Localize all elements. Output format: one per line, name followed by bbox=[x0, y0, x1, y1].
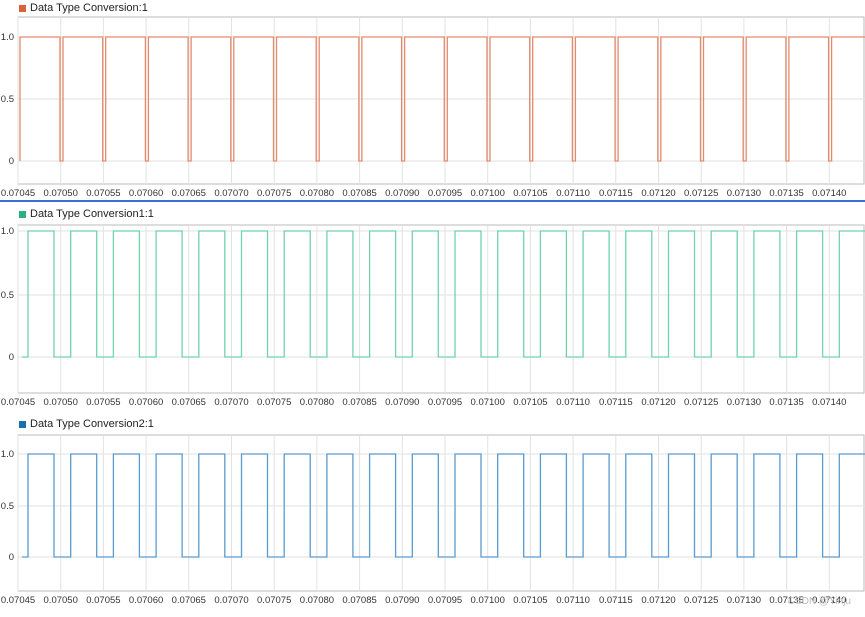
x-tick-label: 0.07105 bbox=[513, 397, 547, 408]
plot-panel-2: Data Type Conversion1:1 0.07045 0.07050 0.… bbox=[0, 206, 865, 412]
x-tick-label: 0.07045 bbox=[1, 397, 35, 408]
x-tick-label: 0.07065 bbox=[172, 188, 206, 199]
x-tick-label: 0.07130 bbox=[727, 595, 761, 606]
x-tick-label: 0.07075 bbox=[257, 595, 291, 606]
y-tick-label: 1.0 bbox=[1, 32, 14, 43]
x-tick-label: 0.07050 bbox=[44, 595, 78, 606]
x-tick-label: 0.07065 bbox=[172, 397, 206, 408]
x-tick-label: 0.07095 bbox=[428, 397, 462, 408]
x-tick-label: 0.07125 bbox=[684, 397, 718, 408]
x-tick-label: 0.07135 bbox=[769, 397, 803, 408]
plot-area-3[interactable]: 0.07045 0.07050 0.07055 0.07060 0.07065 0.070… bbox=[0, 416, 865, 617]
x-tick-label: 0.07120 bbox=[641, 397, 675, 408]
x-tick-label: 0.07115 bbox=[599, 595, 633, 606]
x-tick-label: 0.07120 bbox=[641, 188, 675, 199]
x-tick-label: 0.07065 bbox=[172, 595, 206, 606]
x-tick-label: 0.07085 bbox=[342, 188, 376, 199]
x-tick-label: 0.07075 bbox=[257, 397, 291, 408]
x-tick-label: 0.07125 bbox=[684, 595, 718, 606]
x-tick-label: 0.07055 bbox=[86, 397, 120, 408]
y-tick-label: 0.5 bbox=[1, 501, 14, 512]
x-tick-label: 0.07090 bbox=[385, 397, 419, 408]
x-tick-label: 0.07140 bbox=[812, 188, 846, 199]
x-tick-label: 0.07085 bbox=[342, 595, 376, 606]
x-tick-label: 0.07110 bbox=[556, 188, 590, 199]
x-tick-label: 0.07095 bbox=[428, 188, 462, 199]
x-tick-label: 0.07060 bbox=[129, 595, 163, 606]
x-tick-label: 0.07090 bbox=[385, 595, 419, 606]
x-tick-label: 0.07110 bbox=[556, 595, 590, 606]
x-tick-label: 0.07070 bbox=[214, 397, 248, 408]
y-tick-label: 0 bbox=[9, 352, 14, 363]
x-tick-label: 0.07130 bbox=[727, 397, 761, 408]
plot-panel-1: Data Type Conversion:1 0.07045 0.07050 0.0… bbox=[0, 0, 865, 200]
y-tick-label: 1.0 bbox=[1, 449, 14, 460]
x-tick-label: 0.07115 bbox=[599, 397, 633, 408]
y-tick-label: 0.5 bbox=[1, 94, 14, 105]
y-tick-label: 0.5 bbox=[1, 290, 14, 301]
x-tick-label: 0.07085 bbox=[342, 397, 376, 408]
x-tick-label: 0.07115 bbox=[599, 188, 633, 199]
x-tick-label: 0.07090 bbox=[385, 188, 419, 199]
x-tick-label: 0.07105 bbox=[513, 595, 547, 606]
y-tick-label: 1.0 bbox=[1, 226, 14, 237]
x-tick-label: 0.07140 bbox=[812, 397, 846, 408]
x-tick-label: 0.07045 bbox=[1, 595, 35, 606]
y-tick-label: 0 bbox=[9, 552, 14, 563]
x-tick-label: 0.07050 bbox=[44, 397, 78, 408]
x-tick-label: 0.07075 bbox=[257, 188, 291, 199]
x-tick-label: 0.07135 bbox=[769, 188, 803, 199]
plot-area-1[interactable]: 0.07045 0.07050 0.07055 0.07060 0.07065 0.070… bbox=[0, 0, 865, 200]
x-tick-label: 0.07045 bbox=[1, 188, 35, 199]
x-tick-label: 0.07120 bbox=[641, 595, 675, 606]
panel-separator bbox=[0, 200, 865, 202]
x-tick-label: 0.07100 bbox=[471, 397, 505, 408]
plot-area-2[interactable]: 0.07045 0.07050 0.07055 0.07060 0.07065 0.070… bbox=[0, 206, 865, 412]
x-tick-label: 0.07080 bbox=[300, 397, 334, 408]
x-tick-label: 0.07125 bbox=[684, 188, 718, 199]
x-tick-label: 0.07095 bbox=[428, 595, 462, 606]
x-tick-label: 0.07070 bbox=[214, 595, 248, 606]
x-tick-label: 0.07060 bbox=[129, 188, 163, 199]
x-tick-label: 0.07105 bbox=[513, 188, 547, 199]
plot-panel-3: Data Type Conversion2:1 0.07045 0.07050 0.… bbox=[0, 416, 865, 617]
x-tick-label: 0.07050 bbox=[44, 188, 78, 199]
x-tick-label: 0.07055 bbox=[86, 595, 120, 606]
x-tick-label: 0.07055 bbox=[86, 188, 120, 199]
x-tick-label: 0.07130 bbox=[727, 188, 761, 199]
watermark: CSDN @Yinju bbox=[787, 596, 851, 607]
x-tick-label: 0.07080 bbox=[300, 595, 334, 606]
x-tick-label: 0.07080 bbox=[300, 188, 334, 199]
x-tick-label: 0.07110 bbox=[556, 397, 590, 408]
x-tick-label: 0.07100 bbox=[471, 188, 505, 199]
x-tick-label: 0.07060 bbox=[129, 397, 163, 408]
y-tick-label: 0 bbox=[9, 156, 14, 167]
x-tick-label: 0.07070 bbox=[214, 188, 248, 199]
x-tick-label: 0.07100 bbox=[471, 595, 505, 606]
